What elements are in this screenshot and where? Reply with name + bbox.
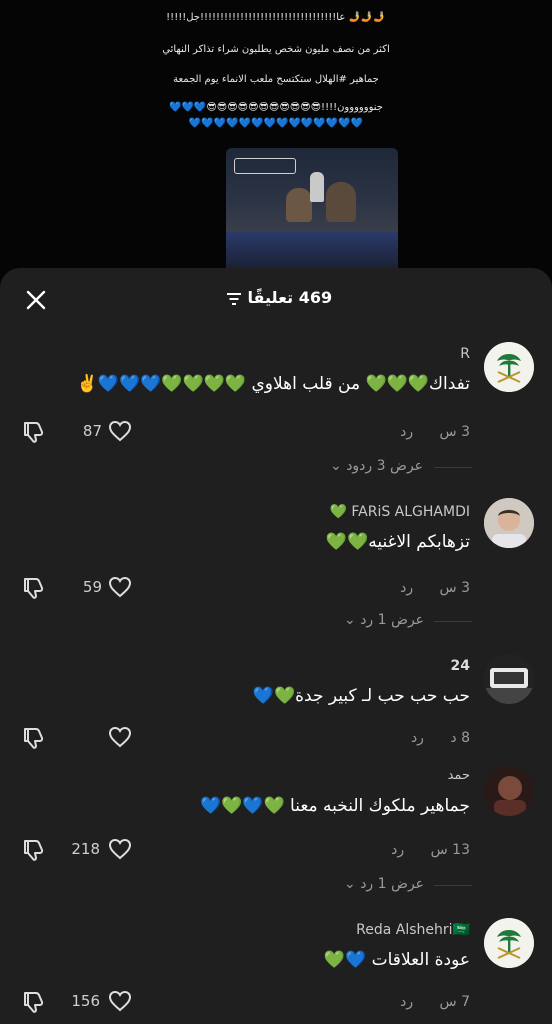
comments-count-title: 469 تعليقًا bbox=[247, 288, 333, 307]
comment-username[interactable]: حمد bbox=[448, 768, 470, 783]
comments-header: 469 تعليقًا bbox=[0, 288, 552, 307]
comment-username[interactable]: FARiS ALGHAMDI 💚 bbox=[329, 504, 470, 520]
view-replies-button[interactable]: عرض 1 رد ⌄ bbox=[344, 876, 424, 892]
avatar[interactable] bbox=[484, 918, 534, 968]
user-photo-icon bbox=[484, 766, 534, 816]
comment-text: عودة العلاقات 💙💚 bbox=[323, 950, 470, 970]
dislike-icon[interactable] bbox=[22, 576, 46, 600]
chevron-down-icon: ⌄ bbox=[330, 458, 342, 474]
heart-icon[interactable] bbox=[108, 420, 132, 442]
post-text-line-4: جنوووووون!!!!😎😎😎😎😎😎😎😎😎😎😎💙💙💙 bbox=[169, 102, 383, 113]
post-background: 🤳🤳🤳 عا!!!!!!!!!!!!!!!!!!!!!!!!!!!!!!!!!!… bbox=[0, 0, 552, 290]
comment-meta: 13 س رد bbox=[391, 842, 470, 858]
comment-username[interactable]: R bbox=[460, 346, 470, 362]
comment-meta: 3 س رد bbox=[400, 580, 470, 596]
comment-time: 3 س bbox=[439, 424, 470, 440]
like-count: 59 bbox=[82, 578, 102, 596]
reply-button[interactable]: رد bbox=[400, 424, 413, 440]
comment-username[interactable]: Reda Alshehri🇸🇦 bbox=[356, 922, 470, 938]
palm-swords-icon bbox=[484, 918, 534, 968]
post-text-line-3: جماهير #الهلال ستكتسح ملعب الانماء يوم ا… bbox=[173, 74, 379, 85]
view-replies-label: عرض 3 ردود bbox=[346, 458, 424, 474]
comment-time: 8 د bbox=[450, 730, 470, 746]
comment-time: 7 س bbox=[439, 994, 470, 1010]
comment-time: 3 س bbox=[439, 580, 470, 596]
avatar[interactable] bbox=[484, 766, 534, 816]
dislike-icon[interactable] bbox=[22, 990, 46, 1014]
avatar[interactable] bbox=[484, 342, 534, 392]
like-count: 87 bbox=[82, 422, 102, 440]
view-replies-button[interactable]: عرض 3 ردود ⌄ bbox=[330, 458, 423, 474]
sort-icon[interactable] bbox=[226, 292, 242, 306]
post-text-line-2: اكثر من نصف مليون شخص يطلبون شراء تذاكر … bbox=[162, 44, 390, 55]
user-photo-icon bbox=[484, 498, 534, 548]
comment-text: تزهابكم الاغنيه💚💚 bbox=[325, 532, 470, 552]
palm-swords-icon bbox=[484, 342, 534, 392]
dislike-icon[interactable] bbox=[22, 838, 46, 862]
avatar[interactable] bbox=[484, 498, 534, 548]
view-replies-label: عرض 1 رد bbox=[360, 876, 425, 892]
comment-text: تفداك💚💚💚 من قلب اهلاوي 💚💚💚💚💙💙💙✌️ bbox=[76, 374, 470, 394]
comment-meta: 8 د رد bbox=[411, 730, 470, 746]
like-count: 156 bbox=[71, 992, 100, 1010]
chevron-down-icon: ⌄ bbox=[344, 612, 356, 628]
post-image[interactable] bbox=[226, 148, 398, 272]
divider bbox=[434, 467, 472, 468]
heart-icon[interactable] bbox=[108, 838, 132, 860]
reply-button[interactable]: رد bbox=[411, 730, 424, 746]
comment-username[interactable]: 24 bbox=[451, 658, 470, 674]
comment-time: 13 س bbox=[430, 842, 470, 858]
divider bbox=[434, 885, 472, 886]
user-photo-icon bbox=[484, 654, 534, 704]
comments-sheet: 469 تعليقًا R تفداك💚💚💚 من قلب اهلاوي 💚💚💚… bbox=[0, 268, 552, 1024]
dislike-icon[interactable] bbox=[22, 726, 46, 750]
post-text-line-5: 💙💙💙💙💙💙💙💙💙💙💙💙💙💙 bbox=[188, 118, 364, 129]
heart-icon[interactable] bbox=[108, 576, 132, 598]
dislike-icon[interactable] bbox=[22, 420, 46, 444]
chevron-down-icon: ⌄ bbox=[344, 876, 356, 892]
avatar[interactable] bbox=[484, 654, 534, 704]
view-replies-button[interactable]: عرض 1 رد ⌄ bbox=[344, 612, 424, 628]
comment-text: حب حب حب لـ كبير جدة💚💙 bbox=[252, 686, 470, 706]
heart-icon[interactable] bbox=[108, 726, 132, 748]
view-replies-label: عرض 1 رد bbox=[360, 612, 425, 628]
comment-meta: 3 س رد bbox=[400, 424, 470, 440]
comment-meta: 7 س رد bbox=[400, 994, 470, 1010]
reply-button[interactable]: رد bbox=[391, 842, 404, 858]
comment-text: جماهير ملكوك النخبه معنا 💚💙💚💙 bbox=[199, 796, 470, 816]
heart-icon[interactable] bbox=[108, 990, 132, 1012]
post-text-line-1: 🤳🤳🤳 عا!!!!!!!!!!!!!!!!!!!!!!!!!!!!!!!!!!… bbox=[166, 12, 386, 23]
like-count: 218 bbox=[71, 840, 100, 858]
reply-button[interactable]: رد bbox=[400, 580, 413, 596]
divider bbox=[434, 621, 472, 622]
reply-button[interactable]: رد bbox=[400, 994, 413, 1010]
